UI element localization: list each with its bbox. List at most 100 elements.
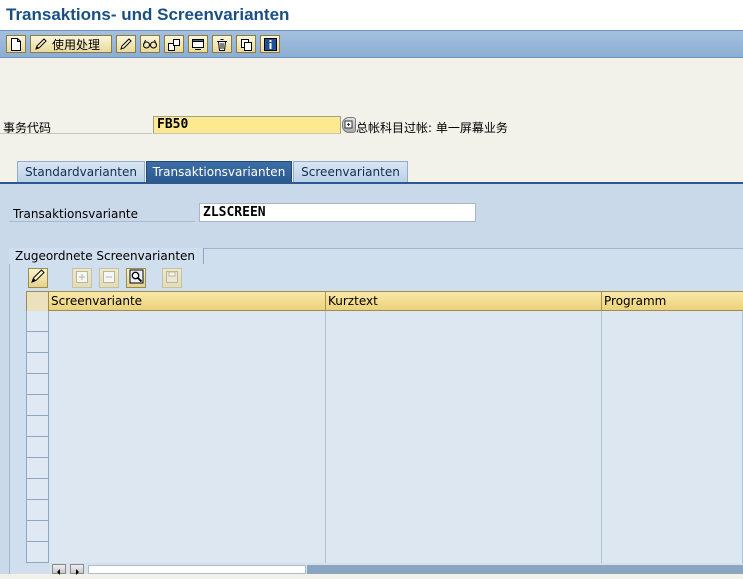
- table-cell[interactable]: [602, 395, 743, 416]
- table-cell[interactable]: [326, 521, 602, 542]
- grid-edit-button[interactable]: [28, 268, 48, 288]
- save-icon: [165, 270, 179, 287]
- use-process-button[interactable]: 使用处理: [30, 35, 112, 53]
- table-row[interactable]: [26, 500, 743, 521]
- table-cell[interactable]: [49, 416, 326, 437]
- row-selector[interactable]: [26, 521, 49, 542]
- row-selector[interactable]: [26, 374, 49, 395]
- row-selector[interactable]: [26, 416, 49, 437]
- row-selector[interactable]: [26, 500, 49, 521]
- scroll-track[interactable]: [307, 565, 743, 574]
- table-cell[interactable]: [602, 458, 743, 479]
- transaction-variant-label: Transaktionsvariante: [13, 207, 139, 221]
- table-row[interactable]: [26, 542, 743, 563]
- grid-insert-row-button[interactable]: [72, 268, 92, 288]
- table-cell[interactable]: [602, 479, 743, 500]
- table-cell[interactable]: [602, 311, 743, 332]
- table-cell[interactable]: [602, 374, 743, 395]
- table-row[interactable]: [26, 479, 743, 500]
- trash-icon: [216, 38, 228, 51]
- table-cell[interactable]: [49, 332, 326, 353]
- row-selector[interactable]: [26, 458, 49, 479]
- table-row[interactable]: [26, 311, 743, 332]
- change-button[interactable]: [116, 35, 136, 53]
- display-button[interactable]: [140, 35, 160, 53]
- select-all-cell[interactable]: [26, 292, 49, 312]
- delete-row-icon: [102, 270, 116, 287]
- screen-button[interactable]: [188, 35, 208, 53]
- transaction-code-input[interactable]: FB50: [153, 116, 341, 134]
- table-row[interactable]: [26, 395, 743, 416]
- row-selector[interactable]: [26, 332, 49, 353]
- row-selector[interactable]: [26, 437, 49, 458]
- table-row[interactable]: [26, 353, 743, 374]
- duplicate-button[interactable]: [236, 35, 256, 53]
- table-row[interactable]: [26, 416, 743, 437]
- scroll-right-button[interactable]: [70, 564, 84, 575]
- table-cell[interactable]: [49, 437, 326, 458]
- table-cell[interactable]: [49, 311, 326, 332]
- edit-pencil-icon: [30, 269, 46, 287]
- row-selector[interactable]: [26, 542, 49, 563]
- column-header-kurztext[interactable]: Kurztext: [326, 292, 602, 312]
- arrow-left-icon: [53, 565, 65, 579]
- table-cell[interactable]: [326, 395, 602, 416]
- table-cell[interactable]: [326, 416, 602, 437]
- grid-find-button[interactable]: [126, 268, 146, 288]
- table-cell[interactable]: [602, 542, 743, 563]
- table-cell[interactable]: [49, 542, 326, 563]
- copy-variant-icon: [167, 38, 181, 51]
- table-row[interactable]: [26, 458, 743, 479]
- grid-delete-row-button[interactable]: [99, 268, 119, 288]
- grid-save-button[interactable]: [162, 268, 182, 288]
- table-cell[interactable]: [326, 332, 602, 353]
- table-cell[interactable]: [49, 395, 326, 416]
- scroll-thumb[interactable]: [88, 565, 306, 574]
- value-help-button[interactable]: [342, 117, 356, 133]
- row-selector[interactable]: [26, 353, 49, 374]
- copy-variant-button[interactable]: [164, 35, 184, 53]
- delete-button[interactable]: [212, 35, 232, 53]
- table-cell[interactable]: [49, 458, 326, 479]
- table-row[interactable]: [26, 521, 743, 542]
- table-cell[interactable]: [326, 479, 602, 500]
- table-cell[interactable]: [49, 353, 326, 374]
- scroll-left-button[interactable]: [52, 564, 66, 575]
- table-cell[interactable]: [602, 437, 743, 458]
- table-cell[interactable]: [49, 521, 326, 542]
- table-cell[interactable]: [602, 332, 743, 353]
- table-header: Screenvariante Kurztext Programm: [26, 291, 743, 312]
- table-cell[interactable]: [326, 542, 602, 563]
- table-cell[interactable]: [326, 311, 602, 332]
- row-selector[interactable]: [26, 311, 49, 332]
- table-cell[interactable]: [326, 437, 602, 458]
- duplicate-icon: [240, 38, 253, 51]
- glasses-display-icon: [142, 38, 158, 50]
- column-header-screenvariante[interactable]: Screenvariante: [49, 292, 326, 312]
- column-header-programm[interactable]: Programm: [602, 292, 743, 312]
- row-selector[interactable]: [26, 479, 49, 500]
- table-cell[interactable]: [326, 374, 602, 395]
- tab-transaktionsvarianten[interactable]: Transaktionsvarianten: [146, 161, 292, 182]
- new-button[interactable]: [6, 35, 26, 53]
- tab-standardvarianten[interactable]: Standardvarianten: [17, 161, 145, 182]
- row-selector[interactable]: [26, 395, 49, 416]
- transaction-variant-input[interactable]: ZLSCREEN: [199, 203, 476, 222]
- table-cell[interactable]: [326, 353, 602, 374]
- table-cell[interactable]: [602, 353, 743, 374]
- table-cell[interactable]: [602, 416, 743, 437]
- table-cell[interactable]: [602, 500, 743, 521]
- new-document-icon: [10, 37, 22, 51]
- info-button[interactable]: [260, 35, 280, 53]
- table-row[interactable]: [26, 332, 743, 353]
- table-cell[interactable]: [49, 500, 326, 521]
- tab-screenvarianten[interactable]: Screenvarianten: [293, 161, 408, 182]
- table-cell[interactable]: [326, 500, 602, 521]
- table-cell[interactable]: [602, 521, 743, 542]
- table-cell[interactable]: [49, 374, 326, 395]
- table-cell[interactable]: [49, 479, 326, 500]
- table-row[interactable]: [26, 374, 743, 395]
- pencil-icon: [34, 37, 48, 51]
- table-cell[interactable]: [326, 458, 602, 479]
- table-row[interactable]: [26, 437, 743, 458]
